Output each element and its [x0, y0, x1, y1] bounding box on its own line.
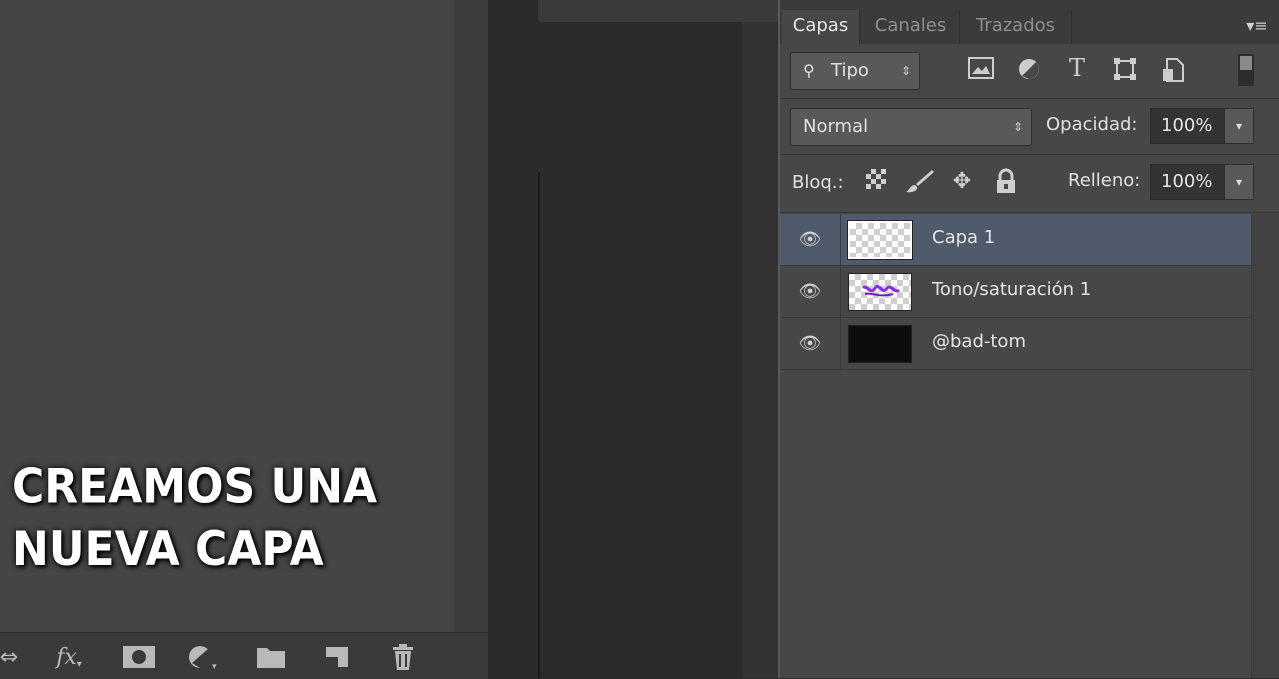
layer-thumbnail	[848, 273, 912, 311]
fx-label: fx	[56, 644, 77, 670]
link-icon[interactable]: ⇔	[0, 641, 26, 673]
tab-capas[interactable]: Capas	[782, 10, 860, 44]
filter-toggle-switch[interactable]	[1238, 54, 1254, 86]
layer-name[interactable]: Capa 1	[932, 227, 995, 248]
eye-icon[interactable]: 👁	[794, 226, 826, 254]
filter-label: Tipo	[831, 60, 869, 81]
lock-label: Bloq.:	[792, 172, 844, 193]
panel-dock-gap	[742, 22, 778, 678]
mask-icon[interactable]	[122, 641, 156, 673]
fx-icon[interactable]: fx ▾	[52, 641, 86, 673]
layer-row-tono-saturacion[interactable]: 👁 Tono/saturación 1	[780, 266, 1251, 318]
panel-tab-bar: Capas Canales Trazados ▾≡	[780, 0, 1279, 44]
layers-panel: Capas Canales Trazados ▾≡ ⚲ Tipo ⇕ T Nor…	[778, 0, 1279, 678]
chevron-updown-icon: ⇕	[1012, 120, 1023, 134]
eye-icon[interactable]: 👁	[794, 330, 826, 358]
image-filter-icon[interactable]	[968, 57, 994, 83]
divider	[780, 212, 1279, 213]
layer-filter-dropdown[interactable]: ⚲ Tipo ⇕	[790, 52, 920, 90]
document-tab-strip	[538, 0, 778, 22]
opacity-input[interactable]: 100%	[1150, 108, 1230, 144]
divider	[840, 266, 841, 318]
divider	[840, 318, 841, 370]
opacity-dropdown-button[interactable]: ▾	[1224, 108, 1254, 144]
new-layer-icon[interactable]	[320, 641, 354, 673]
tab-canales[interactable]: Canales	[862, 10, 960, 44]
search-icon: ⚲	[803, 61, 815, 80]
tab-trazados[interactable]: Trazados	[960, 10, 1072, 44]
layer-thumbnail	[848, 325, 912, 363]
fill-label: Relleno:	[1068, 170, 1141, 191]
divider	[780, 154, 1279, 155]
layers-scrollbar[interactable]	[1251, 214, 1279, 678]
blend-mode-dropdown[interactable]: Normal ⇕	[790, 108, 1032, 146]
svg-text:▾: ▾	[212, 662, 217, 671]
layer-name[interactable]: @bad-tom	[932, 331, 1026, 352]
caption-line-1: CREAMOS UNA	[12, 459, 378, 515]
trash-icon[interactable]	[386, 641, 420, 673]
adjustment-icon[interactable]: ▾	[186, 641, 220, 673]
divider	[538, 172, 540, 678]
divider	[780, 98, 1279, 99]
layer-thumbnail	[847, 220, 913, 260]
layer-row-bad-tom[interactable]: 👁 @bad-tom	[780, 318, 1251, 370]
lock-move-icon[interactable]: ✥	[948, 168, 976, 196]
opacity-label: Opacidad:	[1046, 114, 1138, 135]
smart-object-filter-icon[interactable]	[1160, 57, 1186, 83]
folder-icon[interactable]	[254, 641, 288, 673]
shape-filter-icon[interactable]	[1112, 57, 1138, 83]
type-filter-icon[interactable]: T	[1064, 55, 1090, 81]
layer-row-capa-1[interactable]: 👁 Capa 1	[780, 214, 1251, 266]
eye-icon[interactable]: 👁	[794, 278, 826, 306]
lock-paint-icon[interactable]	[904, 168, 934, 196]
layer-name[interactable]: Tono/saturación 1	[932, 279, 1091, 300]
lock-transparent-icon[interactable]	[862, 168, 890, 196]
divider	[840, 214, 841, 266]
blend-mode-value: Normal	[803, 116, 869, 137]
fill-input[interactable]: 100%	[1150, 164, 1230, 200]
chevron-updown-icon: ⇕	[900, 64, 911, 78]
tutorial-caption: CREAMOS UNA NUEVA CAPA	[12, 456, 482, 581]
lock-all-icon[interactable]	[992, 168, 1020, 196]
fill-dropdown-button[interactable]: ▾	[1224, 164, 1254, 200]
caption-line-2: NUEVA CAPA	[12, 521, 324, 577]
layers-bottom-toolbar: ⇔ fx ▾ ▾	[0, 632, 488, 679]
panel-menu-icon[interactable]: ▾≡	[1240, 12, 1274, 40]
adjustment-filter-icon[interactable]	[1016, 57, 1042, 83]
